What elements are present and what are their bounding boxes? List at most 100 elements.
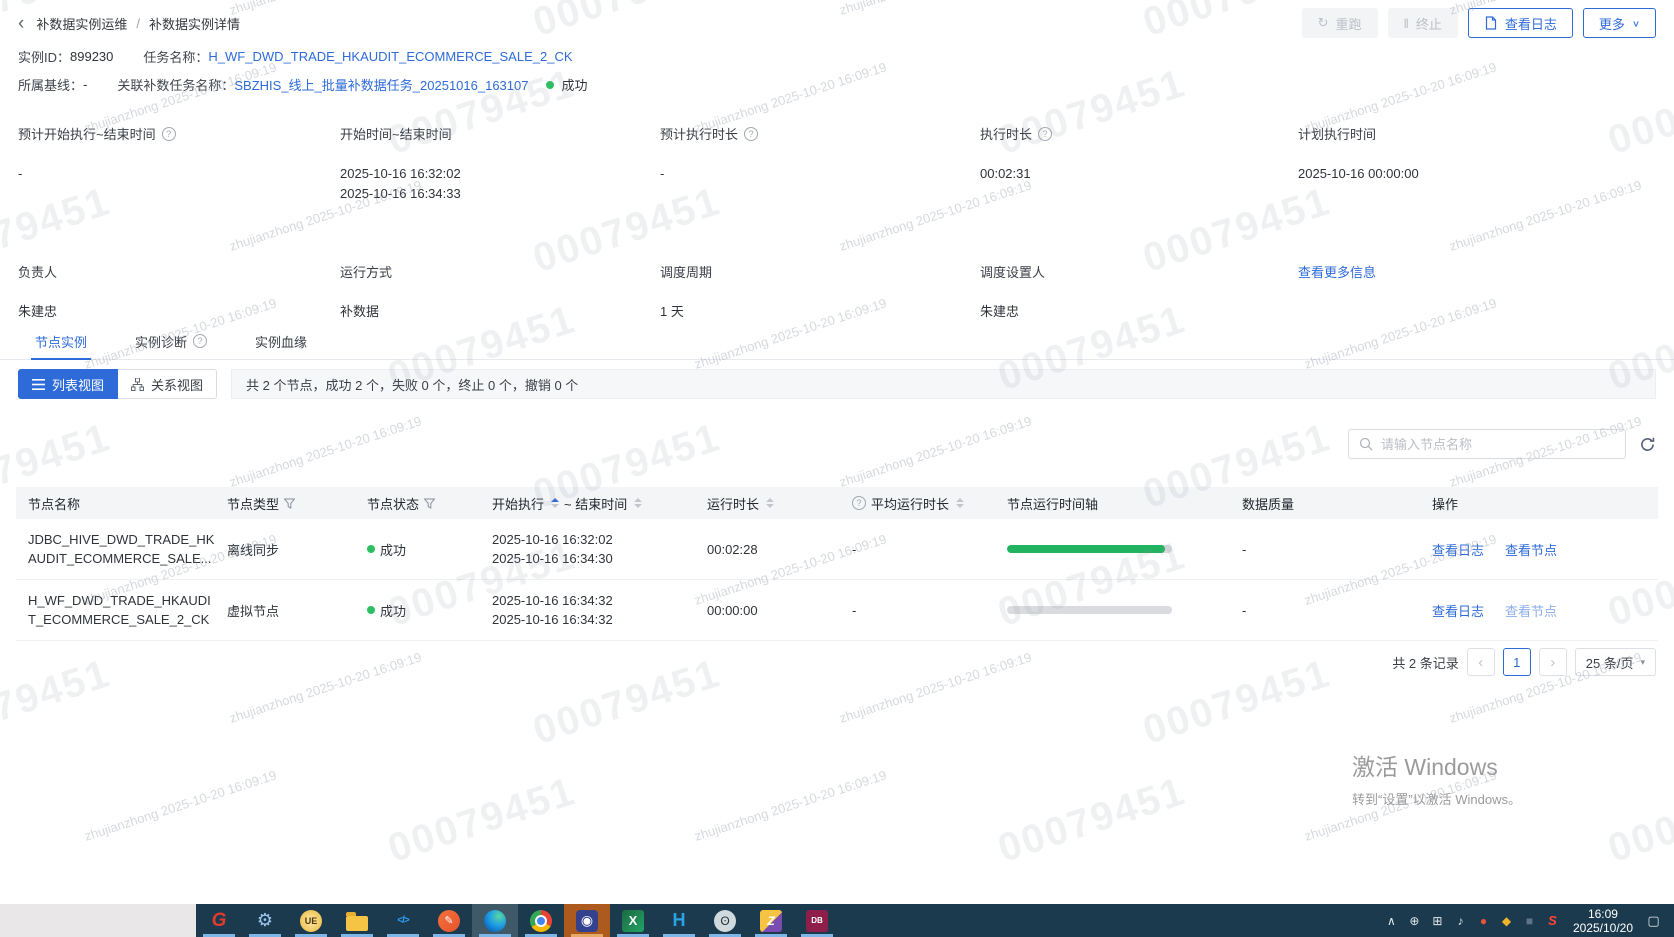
node-type-text: 离线同步 <box>227 542 280 558</box>
instance-id-value: 899230 <box>70 49 114 64</box>
view-log-button[interactable]: 查看日志 <box>1467 8 1573 38</box>
help-icon[interactable]: ? <box>193 334 208 348</box>
sort-control[interactable] <box>956 498 965 508</box>
chrome-browser-icon <box>530 909 552 932</box>
help-icon[interactable]: ? <box>161 126 176 141</box>
watermark-user-text: zhujianzhong 2025-10-20 16:09:19 <box>837 649 1034 726</box>
view-log-link[interactable]: 查看日志 <box>1432 601 1484 620</box>
vscode-app-icon: </> <box>397 915 410 926</box>
view-more-info-link[interactable]: 查看更多信息 <box>1298 262 1376 281</box>
sort-control[interactable] <box>766 498 775 508</box>
chevron-up-icon[interactable]: ∧ <box>1380 904 1403 937</box>
relation-view-button[interactable]: 关系视图 <box>118 369 218 399</box>
info-label-text: 负责人 <box>18 265 58 280</box>
page-size-select[interactable]: 25 条/页 ▾ <box>1574 648 1656 676</box>
taskbar-clock[interactable]: 16:09 2025/10/20 <box>1564 907 1642 935</box>
view-node-link[interactable]: 查看节点 <box>1505 601 1557 620</box>
red-g-app-icon: G <box>211 909 227 931</box>
table-row: JDBC_HIVE_DWD_TRADE_HK AUDIT_ECOMMERCE_S… <box>16 519 1658 580</box>
page-size-value: 25 条/页 <box>1585 655 1634 671</box>
database-app-icon[interactable]: DB <box>794 904 840 937</box>
baseline-line: 所属基线： - 关联补数任务名称： SBZHIS_线上_批量补数据任务_2025… <box>18 75 587 94</box>
breadcrumb-separator: / <box>136 15 140 31</box>
info-cell-start-end-time: 开始时间~结束时间 2025-10-16 16:32:02 2025-10-16… <box>340 124 660 229</box>
sort-control[interactable] <box>551 498 560 508</box>
timeline-bar-fill <box>1007 545 1166 553</box>
instance-id-label: 实例ID： <box>18 50 71 65</box>
success-dot-icon <box>546 80 555 89</box>
info-cell-planned-time: 计划执行时间 2025-10-16 00:00:00 <box>1298 124 1656 229</box>
list-view-button[interactable]: 列表视图 <box>18 369 119 399</box>
tab-instance-diagnosis[interactable]: 实例诊断 ? <box>135 323 208 359</box>
info-label-text: 预计执行时长 <box>660 127 739 142</box>
tab-instance-lineage[interactable]: 实例血缘 <box>255 323 307 359</box>
view-log-label: 查看日志 <box>1504 16 1557 32</box>
archive-app-icon: Z <box>760 909 782 932</box>
info-cell-expected-window: 预计开始执行~结束时间 ? - <box>18 124 340 229</box>
gear-app-icon[interactable]: ⚙ <box>242 904 288 937</box>
pen-app-icon[interactable]: ✎ <box>426 904 472 937</box>
tortoise-app-icon[interactable]: ʘ <box>702 904 748 937</box>
input-grid-icon[interactable]: ⊞ <box>1426 904 1449 937</box>
file-explorer-icon <box>346 911 368 931</box>
refresh-button[interactable] <box>1639 436 1656 453</box>
volume-icon[interactable]: ♪ <box>1449 904 1472 937</box>
watermark-id-text: 00079451 <box>1602 769 1674 871</box>
system-tray: ∧ ⊕ ⊞ ♪ ● ◆ ■ S 16:09 2025/10/20 ▢ <box>1380 904 1674 937</box>
blue-h-app-icon[interactable]: H <box>656 904 702 937</box>
help-icon[interactable]: ? <box>1038 126 1053 141</box>
filter-icon[interactable] <box>424 498 436 509</box>
filter-icon[interactable] <box>284 498 296 509</box>
comm-app-icon[interactable]: ◉ <box>564 904 610 937</box>
related-task-link[interactable]: SBZHIS_线上_批量补数据任务_20251016_163107 <box>234 75 528 94</box>
rerun-button[interactable]: ↻ 重跑 <box>1301 8 1378 38</box>
notification-icon[interactable]: ▢ <box>1642 904 1665 937</box>
back-icon[interactable]: ‹ <box>18 14 24 33</box>
breadcrumb: ‹ 补数据实例运维 / 补数据实例详情 <box>18 14 240 33</box>
file-explorer-icon[interactable] <box>334 904 380 937</box>
avg-duration-text: - <box>852 602 857 618</box>
red-g-app-icon[interactable]: G <box>196 904 242 937</box>
terminate-button[interactable]: ‖ 终止 <box>1387 8 1458 38</box>
info-value-text: 补数据 <box>340 304 380 319</box>
col-timeline: 节点运行时间轴 <box>1007 496 1099 512</box>
gold-tray-icon[interactable]: ◆ <box>1495 904 1518 937</box>
vscode-app-icon[interactable]: </> <box>380 904 426 937</box>
node-name-search-input[interactable] <box>1381 436 1615 452</box>
network-icon[interactable]: ⊕ <box>1403 904 1426 937</box>
antivirus-icon[interactable]: ● <box>1472 904 1495 937</box>
col-end-time: ~ 结束时间 <box>564 496 628 512</box>
info-cell-owner: 负责人 朱建忠 <box>18 262 340 322</box>
view-node-link[interactable]: 查看节点 <box>1505 540 1557 559</box>
task-name-link[interactable]: H_WF_DWD_TRADE_HKAUDIT_ECOMMERCE_SALE_2_… <box>208 49 572 64</box>
breadcrumb-section[interactable]: 补数据实例运维 <box>36 14 127 33</box>
help-icon[interactable]: ? <box>852 496 866 510</box>
ultraedit-app-icon[interactable]: UE <box>288 904 334 937</box>
sogou-icon[interactable]: S <box>1541 904 1564 937</box>
info-label-text: 调度周期 <box>660 265 713 280</box>
help-icon[interactable]: ? <box>744 126 759 141</box>
info-value-text: - <box>18 166 23 181</box>
info-value-text: 朱建忠 <box>980 304 1020 319</box>
info-value-start: 2025-10-16 16:32:02 <box>340 166 461 181</box>
node-name-line1: H_WF_DWD_TRADE_HKAUDI <box>28 593 211 608</box>
next-page-button[interactable]: › <box>1538 648 1567 676</box>
page-number-button[interactable]: 1 <box>1502 648 1531 676</box>
more-button[interactable]: 更多 ∨ <box>1582 8 1656 38</box>
view-log-link[interactable]: 查看日志 <box>1432 540 1484 559</box>
sort-control[interactable] <box>634 498 643 508</box>
node-table: 节点名称 节点类型 节点状态 开始执行 ~ 结束时间 运行时长 ? 平均运行时长 <box>16 487 1658 641</box>
avg-duration-text: - <box>852 541 857 557</box>
view-toolbar: 列表视图 关系视图 共 2 个节点，成功 2 个，失败 0 个，终止 0 个，撤… <box>18 369 1656 399</box>
edge-browser-icon[interactable] <box>472 904 518 937</box>
col-node-type: 节点类型 <box>227 496 280 512</box>
list-view-label: 列表视图 <box>52 377 105 393</box>
archive-app-icon[interactable]: Z <box>748 904 794 937</box>
prev-page-button[interactable]: ‹ <box>1466 648 1495 676</box>
dark-tray-icon[interactable]: ■ <box>1518 904 1541 937</box>
excel-app-icon[interactable]: X <box>610 904 656 937</box>
tab-node-instances[interactable]: 节点实例 <box>30 323 92 360</box>
chrome-browser-icon[interactable] <box>518 904 564 937</box>
cell-node-name: H_WF_DWD_TRADE_HKAUDI T_ECOMMERCE_SALE_2… <box>16 591 215 629</box>
info-label-text: 计划执行时间 <box>1298 127 1377 142</box>
